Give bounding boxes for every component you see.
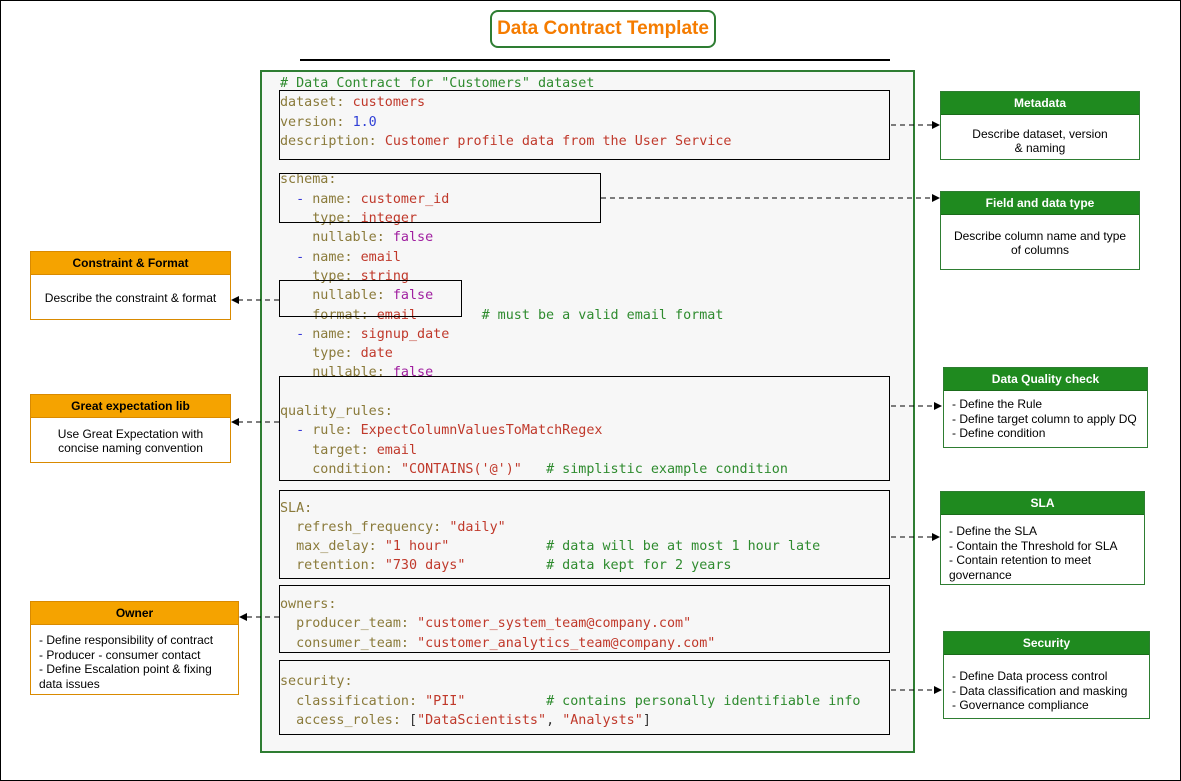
- box-line: - Define target column to apply DQ: [952, 411, 1137, 426]
- box-line: - Define condition: [952, 426, 1046, 440]
- metadata-box: Metadata Describe dataset, version & nam…: [940, 91, 1140, 160]
- box-line: Describe the constraint & format: [44, 290, 217, 305]
- box-line: - Define Data process control: [952, 669, 1108, 683]
- box-line: - Data classification and masking: [952, 683, 1128, 698]
- box-line: & naming: [1014, 141, 1066, 155]
- constraint-box: Constraint & Format Describe the constra…: [30, 251, 231, 320]
- field-type-box-header: Field and data type: [941, 192, 1139, 215]
- box-line: - Define responsibility of contract: [39, 633, 214, 647]
- security-box: Security - Define Data process control -…: [943, 631, 1150, 719]
- owner-box: Owner - Define responsibility of contrac…: [30, 601, 239, 695]
- box-line: Describe dataset, version: [972, 126, 1108, 141]
- security-box-header: Security: [944, 632, 1149, 655]
- owner-box-header: Owner: [31, 602, 238, 625]
- box-line: data issues: [39, 676, 100, 691]
- box-line: Describe column name and type: [953, 228, 1127, 243]
- box-line: - Contain the Threshold for SLA: [949, 538, 1118, 553]
- field-type-box: Field and data type Describe column name…: [940, 191, 1140, 270]
- box-line: - Define the SLA: [949, 524, 1038, 538]
- quality-box-header: Data Quality check: [944, 368, 1147, 391]
- box-line: governance: [949, 567, 1012, 582]
- box-line: - Define the Rule: [952, 397, 1043, 411]
- sla-box: SLA - Define the SLA - Contain the Thres…: [940, 491, 1145, 585]
- box-line: - Producer - consumer contact: [39, 647, 201, 662]
- quality-box: Data Quality check - Define the Rule - D…: [943, 367, 1148, 448]
- box-line: - Define Escalation point & fixing: [39, 662, 212, 676]
- great-expectation-box-header: Great expectation lib: [31, 395, 230, 418]
- box-line: - Governance compliance: [952, 698, 1089, 712]
- box-line: - Contain retention to meet: [949, 553, 1092, 567]
- box-line: of columns: [1010, 243, 1070, 257]
- metadata-box-header: Metadata: [941, 92, 1139, 115]
- box-line: concise naming convention: [58, 441, 203, 455]
- sla-box-header: SLA: [941, 492, 1144, 515]
- great-expectation-box: Great expectation lib Use Great Expectat…: [30, 394, 231, 463]
- box-line: Use Great Expectation with: [57, 426, 204, 441]
- constraint-box-header: Constraint & Format: [31, 252, 230, 275]
